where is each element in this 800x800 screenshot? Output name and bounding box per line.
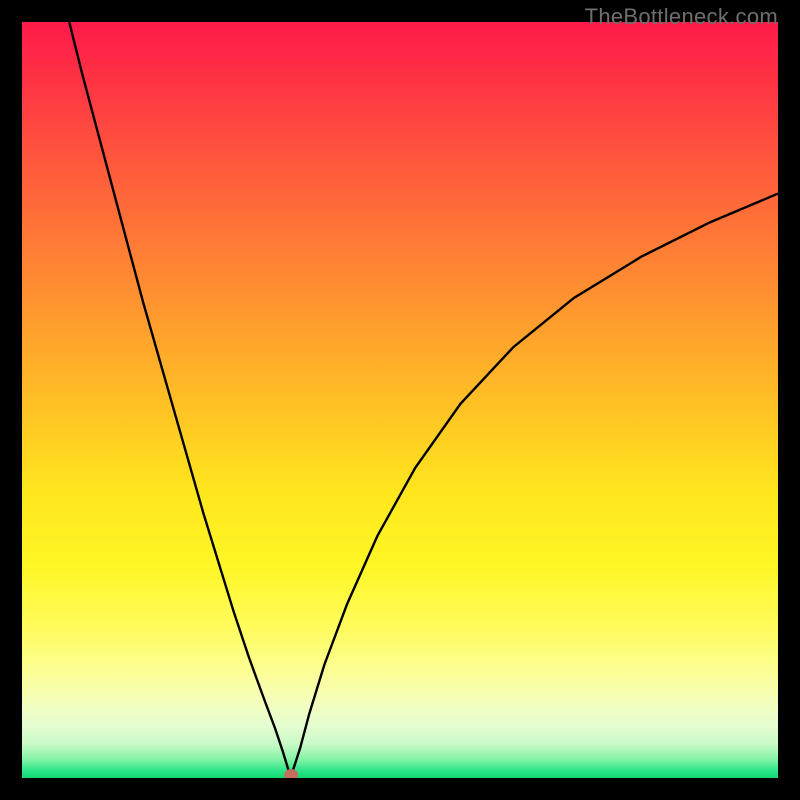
curve-svg [22, 22, 778, 778]
watermark-text: TheBottleneck.com [585, 4, 778, 30]
plot-area [22, 22, 778, 778]
curve-left-branch [67, 22, 291, 775]
curve-right-branch [291, 194, 778, 775]
touch-point-marker [284, 769, 298, 778]
